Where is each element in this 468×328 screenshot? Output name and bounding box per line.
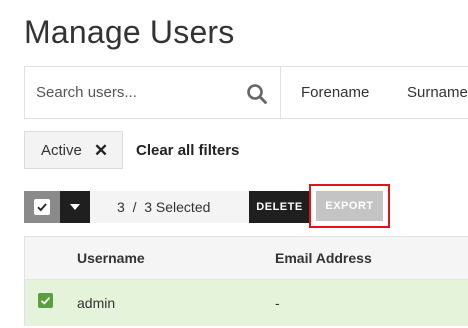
row-check-cell xyxy=(25,292,77,308)
checkmark-icon xyxy=(34,199,50,215)
search-field-forename[interactable]: Forename xyxy=(281,67,387,118)
selected-count: 3 / 3 Selected xyxy=(90,191,249,223)
close-icon[interactable]: ✕ xyxy=(94,142,108,159)
cell-username: admin xyxy=(77,295,116,311)
select-all-checkbox[interactable] xyxy=(24,191,60,223)
cell-email: - xyxy=(275,295,280,311)
filter-chip-active[interactable]: Active ✕ xyxy=(24,131,123,169)
bulk-action-bar: 3 / 3 Selected DELETE EXPORT xyxy=(24,184,390,228)
export-button[interactable]: EXPORT xyxy=(316,191,383,221)
page-title: Manage Users xyxy=(24,14,235,50)
search-input[interactable] xyxy=(25,67,280,118)
delete-button[interactable]: DELETE xyxy=(249,191,310,223)
search-field-surname[interactable]: Surname xyxy=(387,67,468,118)
export-highlight-box: EXPORT xyxy=(309,184,390,228)
row-checkbox[interactable] xyxy=(37,292,53,308)
table-row[interactable]: admin - xyxy=(25,280,468,326)
column-header-username[interactable]: Username xyxy=(77,250,275,266)
search-icon[interactable] xyxy=(246,83,268,105)
column-header-email[interactable]: Email Address xyxy=(275,250,468,266)
checkmark-icon xyxy=(40,296,50,305)
chevron-down-icon xyxy=(70,204,80,210)
users-table: Username Email Address admin - xyxy=(24,236,468,326)
search-field-wrapper xyxy=(25,67,281,118)
table-header: Username Email Address xyxy=(25,237,468,280)
search-bar: Forename Surname xyxy=(24,66,468,119)
filter-chip-label: Active xyxy=(41,141,82,159)
select-options-dropdown[interactable] xyxy=(60,191,90,223)
clear-all-filters-link[interactable]: Clear all filters xyxy=(136,142,239,159)
